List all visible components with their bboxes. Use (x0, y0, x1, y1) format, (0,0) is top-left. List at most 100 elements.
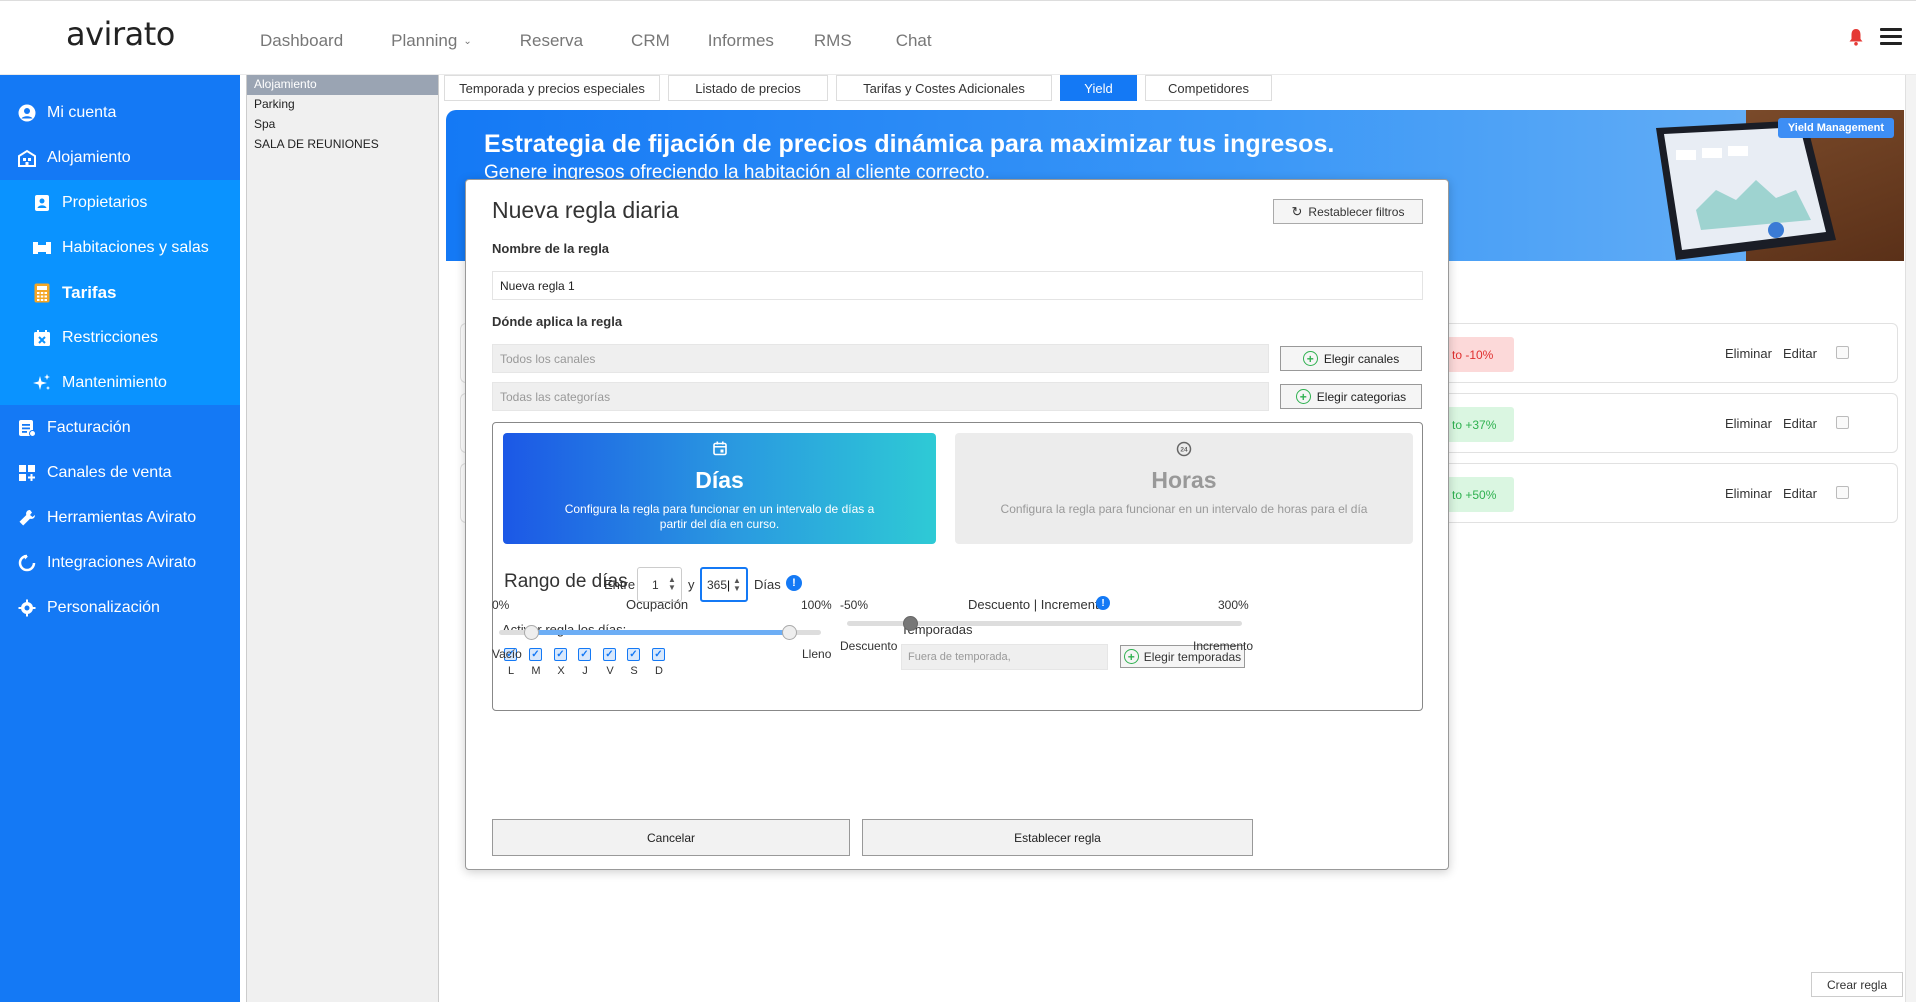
days-unit-label: Días (754, 577, 781, 592)
edit-link[interactable]: Editar (1783, 486, 1817, 501)
info-icon[interactable]: ! (786, 575, 802, 591)
reset-icon: ↻ (1291, 203, 1303, 219)
occupancy-label: Ocupación (626, 597, 689, 612)
nav-chat[interactable]: Chat (896, 31, 932, 51)
info-icon[interactable]: ! (1096, 596, 1110, 610)
stepper-arrows-icon[interactable]: ▲ ▼ (733, 577, 741, 593)
tab-bar: Temporada y precios especiales Listado d… (444, 75, 1272, 101)
list-item-parking[interactable]: Parking (247, 95, 438, 115)
sidebar-item-habitaciones[interactable]: Habitaciones y salas (0, 225, 240, 270)
edit-link[interactable]: Editar (1783, 416, 1817, 431)
menu-icon[interactable] (1880, 28, 1902, 46)
delete-link[interactable]: Eliminar (1725, 346, 1772, 361)
nav-crm[interactable]: CRM (631, 31, 670, 51)
gear-icon (17, 598, 37, 618)
svg-text:24: 24 (1180, 447, 1188, 454)
day-checkbox-x[interactable]: ✓ X (554, 648, 568, 677)
days-mode-description: Configura la regla para funcionar en un … (564, 502, 875, 531)
chevron-down-icon: ⌄ (463, 35, 472, 47)
sidebar-item-alojamiento[interactable]: Alojamiento (0, 135, 240, 180)
nav-rms[interactable]: RMS (814, 31, 852, 51)
reset-filters-button[interactable]: ↻ Restablecer filtros (1273, 199, 1423, 224)
clock-24-icon: 24 (955, 441, 1413, 459)
sidebar-item-tarifas[interactable]: Tarifas (0, 270, 240, 315)
rule-row: to -10% Eliminar Editar (1440, 323, 1898, 383)
days-mode-card[interactable]: Días Configura la regla para funcionar e… (503, 433, 936, 544)
sidebar-item-mi-cuenta[interactable]: Mi cuenta (0, 90, 240, 135)
where-applies-label: Dónde aplica la regla (492, 314, 623, 329)
plus-circle-icon: + (1123, 649, 1139, 664)
laptop-illustration (1656, 120, 1836, 260)
tab-competidores[interactable]: Competidores (1145, 75, 1272, 101)
nav-informes[interactable]: Informes (708, 31, 774, 51)
bell-icon[interactable] (1848, 28, 1864, 46)
range-to-input[interactable]: 365 | ▲ ▼ (700, 567, 748, 602)
discount-right-label: Incremento (1193, 639, 1254, 653)
occupancy-min-label: 0% (492, 598, 510, 612)
nav-dashboard[interactable]: Dashboard (260, 31, 343, 51)
day-checkbox-s[interactable]: ✓ S (627, 648, 641, 677)
choose-channels-button[interactable]: + Elegir canales (1280, 346, 1422, 371)
rule-badge: to +37% (1446, 407, 1514, 442)
delete-link[interactable]: Eliminar (1725, 416, 1772, 431)
sidebar-item-canales[interactable]: Canales de venta (0, 450, 240, 495)
tab-yield[interactable]: Yield (1060, 75, 1137, 101)
owner-badge-icon (32, 193, 52, 213)
sidebar-item-herramientas[interactable]: Herramientas Avirato (0, 495, 240, 540)
day-checkbox-j[interactable]: ✓ J (578, 648, 592, 677)
tab-temporada[interactable]: Temporada y precios especiales (444, 75, 660, 101)
channels-input[interactable]: Todos los canales (492, 344, 1269, 373)
choose-categories-button[interactable]: + Elegir categorias (1280, 384, 1422, 409)
sidebar-item-restricciones[interactable]: Restricciones (0, 315, 240, 360)
rule-checkbox[interactable] (1836, 416, 1849, 429)
create-rule-button[interactable]: Crear regla (1811, 972, 1903, 997)
top-bar: avirato Dashboard Planning ⌄ Reserva CRM … (0, 0, 1916, 75)
refresh-icon (17, 553, 37, 573)
set-rule-button[interactable]: Establecer regla (862, 819, 1253, 856)
sidebar-item-propietarios[interactable]: Propietarios (0, 180, 240, 225)
nav-planning[interactable]: Planning ⌄ (391, 31, 472, 51)
rule-name-input[interactable]: Nueva regla 1 (492, 271, 1423, 300)
nav-reserva[interactable]: Reserva (520, 31, 583, 51)
day-checkbox-d[interactable]: ✓ D (652, 648, 666, 677)
discount-max-label: 300% (1218, 598, 1249, 612)
season-input[interactable]: Fuera de temporada, (901, 644, 1108, 670)
rule-checkbox[interactable] (1836, 346, 1849, 359)
day-checkbox-m[interactable]: ✓ M (529, 648, 543, 677)
page-scrollbar[interactable] (1905, 75, 1916, 1002)
discount-left-label: Descuento (840, 639, 898, 653)
rule-row: to +37% Eliminar Editar (1440, 393, 1898, 453)
rule-config-panel: Días Configura la regla para funcionar e… (492, 422, 1423, 711)
categories-input[interactable]: Todas las categorías (492, 382, 1269, 411)
hours-mode-description: Configura la regla para funcionar en un … (1000, 502, 1368, 516)
sidebar-item-mantenimiento[interactable]: Mantenimiento (0, 360, 240, 405)
tab-listado[interactable]: Listado de precios (668, 75, 828, 101)
occupancy-max-handle[interactable] (781, 625, 797, 640)
occupancy-slider-fill (531, 630, 789, 635)
sparkle-icon (32, 373, 52, 393)
sidebar: Mi cuenta Alojamiento Propietarios Habit… (0, 75, 240, 1002)
stepper-arrows-icon[interactable]: ▲ ▼ (668, 576, 676, 592)
list-item-sala-reuniones[interactable]: SALA DE REUNIONES (247, 135, 438, 155)
rule-checkbox[interactable] (1836, 486, 1849, 499)
cancel-button[interactable]: Cancelar (492, 819, 850, 856)
sidebar-item-personalizacion[interactable]: Personalización (0, 585, 240, 630)
sidebar-item-facturacion[interactable]: Facturación (0, 405, 240, 450)
new-rule-modal: Nueva regla diaria ↻ Restablecer filtros… (465, 179, 1449, 870)
edit-link[interactable]: Editar (1783, 346, 1817, 361)
tab-tarifas-costes[interactable]: Tarifas y Costes Adicionales (836, 75, 1052, 101)
rule-badge: to +50% (1446, 477, 1514, 512)
day-checkbox-v[interactable]: ✓ V (603, 648, 617, 677)
top-nav: Dashboard Planning ⌄ Reserva CRM Informes… (260, 31, 980, 51)
rule-name-label: Nombre de la regla (492, 241, 610, 256)
occupancy-empty-label: Vacío (492, 647, 522, 661)
hours-mode-card[interactable]: 24 Horas Configura la regla para funcion… (955, 433, 1413, 544)
rule-badge: to -10% (1446, 337, 1514, 372)
delete-link[interactable]: Eliminar (1725, 486, 1772, 501)
plus-circle-icon: + (1295, 389, 1311, 404)
calendar-icon (503, 441, 936, 459)
list-item-alojamiento[interactable]: Alojamiento (247, 75, 438, 95)
list-item-spa[interactable]: Spa (247, 115, 438, 135)
avirato-logo[interactable]: avirato (66, 15, 175, 53)
sidebar-item-integraciones[interactable]: Integraciones Avirato (0, 540, 240, 585)
